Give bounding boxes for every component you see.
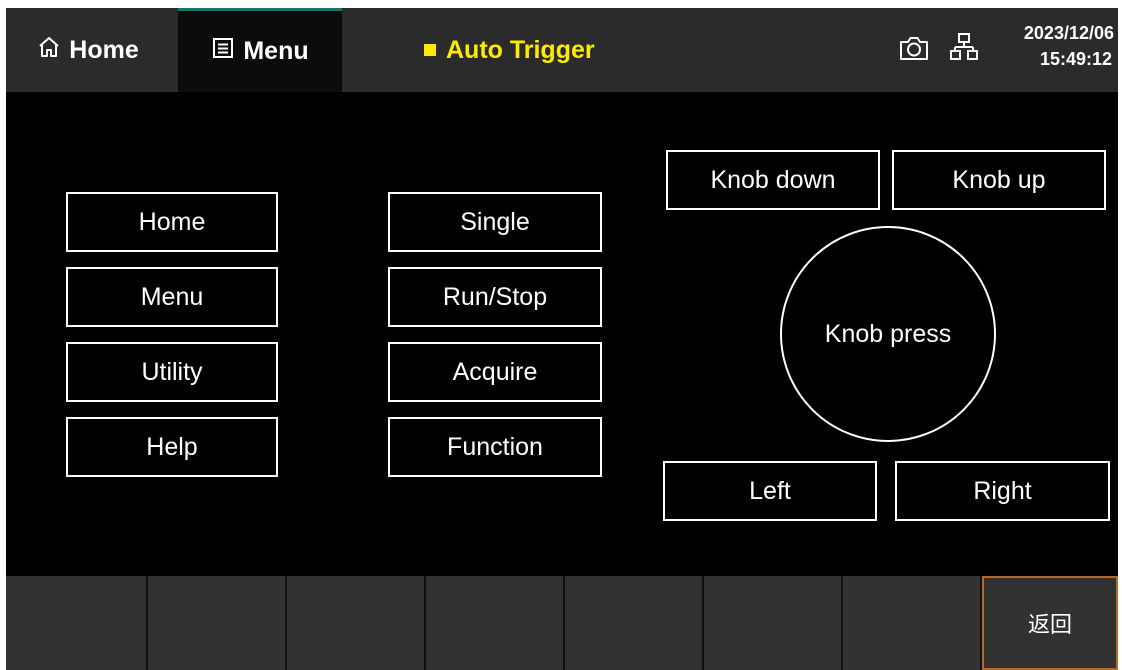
softkey-1[interactable] — [6, 576, 148, 670]
right-key[interactable]: Right — [895, 461, 1110, 521]
trigger-status: Auto Trigger — [424, 8, 595, 92]
home-tab-label: Home — [69, 35, 139, 64]
top-bar: Home Menu Auto Trigger 2023/12/06 15:49:… — [6, 8, 1118, 92]
utility-key[interactable]: Utility — [66, 342, 278, 402]
time-text: 15:49:12 — [1039, 49, 1112, 69]
softkey-4[interactable] — [426, 576, 565, 670]
single-key[interactable]: Single — [388, 192, 602, 252]
knob-press-button[interactable]: Knob press — [780, 226, 996, 442]
softkey-6[interactable] — [704, 576, 843, 670]
back-softkey[interactable]: 返回 — [982, 576, 1118, 670]
trigger-indicator-icon — [424, 44, 436, 56]
home-key[interactable]: Home — [66, 192, 278, 252]
menu-tab[interactable]: Menu — [178, 8, 342, 92]
menu-key[interactable]: Menu — [66, 267, 278, 327]
left-key[interactable]: Left — [663, 461, 877, 521]
acquire-key[interactable]: Acquire — [388, 342, 602, 402]
softkey-bar: 返回 — [6, 576, 1118, 670]
softkey-3[interactable] — [287, 576, 426, 670]
run-stop-key[interactable]: Run/Stop — [388, 267, 602, 327]
softkey-2[interactable] — [148, 576, 287, 670]
softkey-5[interactable] — [565, 576, 704, 670]
network-icon — [950, 32, 978, 67]
knob-down-key[interactable]: Knob down — [666, 150, 880, 210]
softkey-7[interactable] — [843, 576, 982, 670]
date-time: 2023/12/06 15:49:12 — [1024, 20, 1114, 72]
help-key[interactable]: Help — [66, 417, 278, 477]
function-key[interactable]: Function — [388, 417, 602, 477]
home-icon — [37, 35, 61, 66]
menu-tab-label: Menu — [243, 37, 309, 65]
menu-icon — [211, 36, 235, 67]
date-text: 2023/12/06 — [1023, 23, 1114, 43]
home-tab[interactable]: Home — [6, 8, 170, 92]
instrument-screen: Home Menu Auto Trigger 2023/12/06 15:49:… — [6, 8, 1118, 670]
trigger-status-label: Auto Trigger — [446, 35, 595, 64]
knob-up-key[interactable]: Knob up — [892, 150, 1106, 210]
camera-icon[interactable] — [898, 34, 930, 67]
